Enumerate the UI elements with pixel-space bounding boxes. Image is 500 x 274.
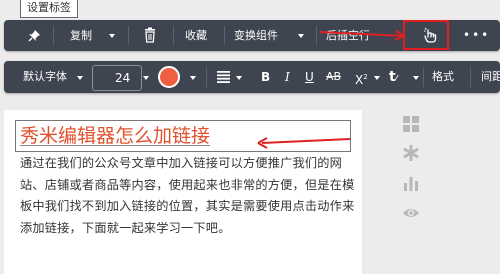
annotation-arrow-icon xyxy=(319,30,405,41)
spacing-button[interactable]: 间距 xyxy=(481,61,500,93)
more-icon[interactable]: ••• xyxy=(463,20,490,51)
strikethrough-icon[interactable]: AB xyxy=(326,61,341,93)
superscript-caret-icon[interactable] xyxy=(374,76,380,80)
set-tag-label[interactable]: 设置标签 xyxy=(20,0,78,18)
font-family-select[interactable]: 默认字体 xyxy=(23,61,67,93)
trash-icon[interactable] xyxy=(144,27,156,43)
pin-icon[interactable] xyxy=(28,29,41,42)
switch-component-button[interactable]: 变换组件 xyxy=(234,20,278,51)
grid-icon[interactable] xyxy=(403,116,419,132)
text-color-icon[interactable]: t⁄ xyxy=(389,61,397,95)
highlight-box xyxy=(403,20,449,50)
text-color-swatch[interactable] xyxy=(158,66,180,88)
font-size-caret-icon[interactable] xyxy=(143,76,149,80)
font-size-value: 24 xyxy=(115,71,131,85)
asterisk-icon[interactable] xyxy=(403,145,419,161)
align-caret-icon[interactable] xyxy=(236,76,242,80)
switch-caret-icon[interactable] xyxy=(298,34,304,38)
font-caret-icon[interactable] xyxy=(77,76,83,80)
superscript-icon[interactable]: X2 xyxy=(355,61,368,96)
copy-caret-icon[interactable] xyxy=(109,34,115,38)
heading-annotation-arrow-icon xyxy=(257,137,351,149)
eye-icon[interactable] xyxy=(403,205,419,221)
article-body[interactable]: 通过在我们的公众号文章中加入链接可以方便推广我们的网站、店铺或者商品等内容，使用… xyxy=(20,153,358,239)
format-button[interactable]: 格式 xyxy=(432,61,454,93)
font-size-input[interactable]: 24 xyxy=(92,65,142,91)
favorite-button[interactable]: 收藏 xyxy=(185,20,207,51)
color-caret-icon[interactable] xyxy=(190,76,196,80)
text-color-caret-icon[interactable] xyxy=(413,76,419,80)
underline-icon[interactable]: U xyxy=(305,61,314,93)
bold-icon[interactable]: B xyxy=(261,61,270,93)
italic-icon[interactable]: I xyxy=(285,61,290,93)
format-toolbar: 默认字体 24 B I U AB X2 t⁄ 格式 间距 xyxy=(4,61,500,93)
bar-chart-icon[interactable] xyxy=(403,175,419,191)
copy-button[interactable]: 复制 xyxy=(70,20,92,51)
article-heading[interactable]: 秀米编辑器怎么加链接 xyxy=(20,121,210,151)
align-icon[interactable] xyxy=(217,71,230,83)
